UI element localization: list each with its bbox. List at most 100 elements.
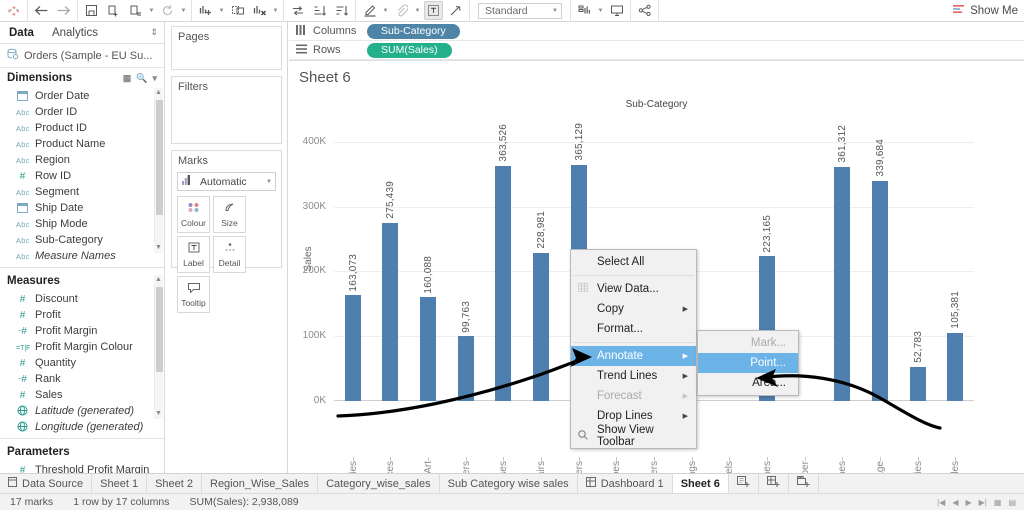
- scrollbar-thumb[interactable]: [156, 100, 163, 215]
- context-menu-item[interactable]: Format...: [571, 319, 696, 339]
- datasource-item[interactable]: Orders (Sample - EU Su...: [0, 44, 164, 68]
- marks-tooltip-button[interactable]: Tooltip: [177, 276, 210, 313]
- first-page-icon[interactable]: |◀: [937, 498, 945, 507]
- worksheet-tab[interactable]: Sheet 1: [92, 474, 148, 493]
- worksheet-tab[interactable]: Data Source: [0, 474, 93, 493]
- last-page-icon[interactable]: ▶|: [979, 498, 987, 507]
- context-menu[interactable]: Select All View Data... Copy ▶ Format... Anno…: [570, 249, 697, 449]
- context-menu-item[interactable]: Trend Lines ▶: [571, 366, 696, 386]
- context-menu-item[interactable]: Annotate ▶: [571, 346, 696, 366]
- marks-type-dropdown[interactable]: Automatic ▼: [177, 172, 276, 191]
- submenu-item[interactable]: Point...: [698, 353, 798, 373]
- device-preview-icon[interactable]: [607, 1, 626, 20]
- marks-size-button[interactable]: Size: [213, 196, 246, 233]
- new-story-button[interactable]: [789, 474, 819, 493]
- worksheet-tab[interactable]: Sheet 6: [672, 474, 729, 493]
- refresh-icon[interactable]: [158, 1, 177, 20]
- save-icon[interactable]: [82, 1, 101, 20]
- field-item[interactable]: # Discount: [0, 291, 164, 307]
- forward-icon[interactable]: [54, 1, 73, 20]
- marks-label-button[interactable]: Label: [177, 236, 210, 273]
- show-me-button[interactable]: Show Me: [953, 4, 1024, 18]
- field-item[interactable]: Abc Order ID: [0, 104, 164, 120]
- sort-ascending-icon[interactable]: [310, 1, 329, 20]
- dim-scroll-down-icon[interactable]: ▼: [154, 243, 163, 253]
- marks-detail-button[interactable]: Detail: [213, 236, 246, 273]
- pill-sub-category[interactable]: Sub-Category: [367, 23, 460, 39]
- chevron-down-icon[interactable]: ▼: [180, 8, 187, 14]
- submenu-item[interactable]: Mark...: [698, 333, 798, 353]
- measures-scrollbar[interactable]: [154, 285, 163, 409]
- pages-card[interactable]: Pages: [171, 26, 282, 70]
- back-icon[interactable]: [32, 1, 51, 20]
- chevron-down-icon[interactable]: ▼: [148, 8, 155, 14]
- bar-mark[interactable]: [457, 336, 474, 401]
- chevron-down-icon[interactable]: ▼: [597, 8, 604, 14]
- field-item[interactable]: Latitude (generated): [0, 403, 164, 419]
- presentation-icon[interactable]: [575, 1, 594, 20]
- table-view-icon[interactable]: ▤: [1008, 498, 1016, 507]
- field-item[interactable]: Longitude (generated): [0, 419, 164, 435]
- new-dashboard-button[interactable]: [759, 474, 789, 493]
- bar-mark[interactable]: [834, 166, 851, 401]
- worksheet-tab[interactable]: Sheet 2: [147, 474, 202, 493]
- meas-scroll-down-icon[interactable]: ▼: [154, 409, 163, 419]
- field-item[interactable]: # Profit: [0, 307, 164, 323]
- worksheet-tab[interactable]: Category_wise_sales: [318, 474, 440, 493]
- chevron-down-icon[interactable]: ▼: [414, 8, 421, 14]
- field-item[interactable]: Abc Segment: [0, 184, 164, 200]
- field-item[interactable]: Abc Product ID: [0, 120, 164, 136]
- bar-mark[interactable]: [533, 252, 550, 401]
- field-item[interactable]: # Quantity: [0, 355, 164, 371]
- pause-refresh-icon[interactable]: [126, 1, 145, 20]
- bar-mark[interactable]: [420, 297, 437, 401]
- grid-view-icon[interactable]: ▦: [994, 498, 1002, 507]
- field-item[interactable]: # Sales: [0, 387, 164, 403]
- paperclip-icon[interactable]: [392, 1, 411, 20]
- field-item[interactable]: Abc Ship Mode: [0, 216, 164, 232]
- chevron-down-icon[interactable]: ▼: [382, 8, 389, 14]
- field-item[interactable]: Abc Sub-Category: [0, 232, 164, 248]
- field-item[interactable]: ⋅# Rank: [0, 371, 164, 387]
- bar-mark[interactable]: [344, 295, 361, 401]
- tableau-logo-icon[interactable]: [4, 1, 23, 20]
- marks-colour-button[interactable]: Colour: [177, 196, 210, 233]
- chevron-down-icon[interactable]: ▼: [218, 8, 225, 14]
- bar-mark[interactable]: [909, 366, 926, 401]
- chevron-down-icon[interactable]: ▼: [272, 8, 279, 14]
- tab-analytics[interactable]: Analytics: [43, 22, 107, 43]
- dimensions-scrollbar[interactable]: [154, 98, 163, 243]
- field-item[interactable]: Order Date: [0, 88, 164, 104]
- field-item[interactable]: # Row ID: [0, 168, 164, 184]
- field-item[interactable]: Abc Product Name: [0, 136, 164, 152]
- pane-menu-icon[interactable]: ⇕: [144, 22, 164, 43]
- add-datasource-icon[interactable]: [104, 1, 123, 20]
- prev-page-icon[interactable]: ◀: [952, 498, 958, 507]
- swap-rows-cols-icon[interactable]: [288, 1, 307, 20]
- bar-mark[interactable]: [495, 165, 512, 401]
- clear-sheet-icon[interactable]: [250, 1, 269, 20]
- field-item[interactable]: =T|F Profit Margin Colour: [0, 339, 164, 355]
- pill-sum-sales[interactable]: SUM(Sales): [367, 42, 452, 58]
- field-item[interactable]: ⋅# Profit Margin: [0, 323, 164, 339]
- highlight-icon[interactable]: [360, 1, 379, 20]
- meas-scroll-up-icon[interactable]: ▲: [154, 275, 163, 285]
- chevron-down-icon[interactable]: ▾: [152, 73, 157, 84]
- context-menu-item[interactable]: Show View Toolbar: [571, 424, 696, 448]
- fix-axis-icon[interactable]: [446, 1, 465, 20]
- bar-mark[interactable]: [871, 180, 888, 401]
- next-page-icon[interactable]: ▶: [965, 498, 971, 507]
- grid-view-icon[interactable]: ▦: [123, 73, 132, 84]
- submenu-item[interactable]: Area...: [698, 373, 798, 393]
- fit-dropdown[interactable]: Standard ▼: [478, 2, 562, 19]
- new-worksheet-button[interactable]: [729, 474, 759, 493]
- tab-data[interactable]: Data: [0, 22, 43, 43]
- scrollbar-thumb[interactable]: [156, 287, 163, 372]
- filters-card[interactable]: Filters: [171, 76, 282, 144]
- annotate-submenu[interactable]: Mark... Point... Area...: [697, 330, 799, 396]
- worksheet-tab[interactable]: Region_Wise_Sales: [202, 474, 319, 493]
- context-menu-item[interactable]: Select All: [571, 252, 696, 272]
- field-item[interactable]: Abc Region: [0, 152, 164, 168]
- worksheet-tab[interactable]: Dashboard 1: [578, 474, 673, 493]
- bar-mark[interactable]: [382, 222, 399, 401]
